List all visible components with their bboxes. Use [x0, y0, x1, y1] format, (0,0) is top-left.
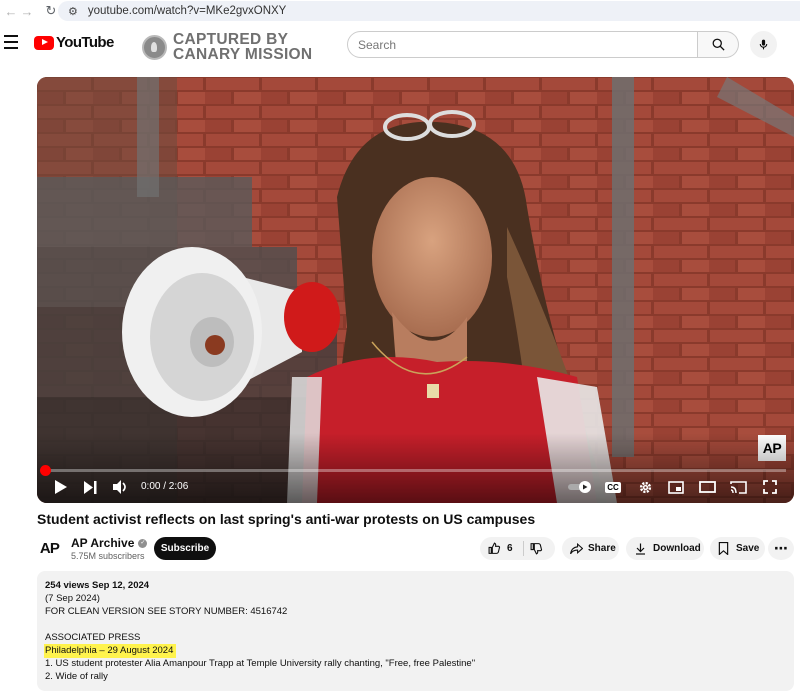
player-controls: 0:00 / 2:06 CC [37, 475, 794, 501]
forward-icon[interactable]: → [16, 4, 38, 19]
channel-name[interactable]: AP Archive [71, 536, 134, 550]
theater-mode-button[interactable] [696, 477, 718, 497]
cast-button[interactable] [727, 477, 749, 497]
browser-toolbar: ← → ↻ ⚙ youtube.com/watch?v=MKe2gvxONXY [0, 0, 800, 22]
bookmark-icon [718, 542, 729, 555]
play-button[interactable] [51, 477, 69, 497]
subscribe-button[interactable]: Subscribe [154, 537, 216, 560]
youtube-play-logo-icon [34, 35, 54, 50]
youtube-logo-text: YouTube [56, 34, 114, 51]
captions-icon: CC [605, 481, 621, 493]
menu-icon[interactable] [4, 35, 18, 53]
miniplayer-icon [668, 480, 684, 494]
description-line: 1. US student protester Alia Amanpour Tr… [45, 658, 476, 669]
description-line: ASSOCIATED PRESS [45, 632, 141, 643]
youtube-header: YouTube CAPTURED BY CANARY MISSION [0, 22, 800, 68]
gear-icon [639, 481, 651, 493]
description-line: FOR CLEAN VERSION SEE STORY NUMBER: 4516… [45, 606, 288, 617]
download-button[interactable]: Download [626, 537, 704, 560]
youtube-logo[interactable]: YouTube [34, 34, 114, 51]
url-text: youtube.com/watch?v=MKe2gvxONXY [87, 5, 287, 17]
microphone-icon [759, 39, 768, 50]
description-panel[interactable]: 254 views Sep 12, 2024 (7 Sep 2024) FOR … [37, 571, 794, 691]
video-title: Student activist reflects on last spring… [37, 511, 536, 527]
search-button[interactable] [698, 31, 739, 58]
dislike-button[interactable] [530, 542, 543, 555]
search-input[interactable] [347, 31, 698, 58]
share-button[interactable]: Share [562, 537, 619, 560]
cast-icon [729, 480, 747, 494]
more-actions-button[interactable]: ⋯ [768, 537, 794, 560]
search-bar [347, 31, 739, 58]
thumbs-up-icon [488, 542, 501, 554]
autoplay-toggle-icon [568, 481, 591, 493]
video-player[interactable]: AP 0:00 / 2:06 CC [37, 77, 794, 503]
download-icon [636, 543, 645, 555]
time-display: 0:00 / 2:06 [141, 481, 189, 492]
volume-icon [113, 480, 126, 494]
theater-mode-icon [698, 481, 716, 493]
download-label: Download [653, 543, 701, 554]
verified-icon: ✓ [138, 538, 148, 548]
fullscreen-icon [763, 480, 777, 494]
share-label: Share [588, 543, 616, 554]
watermark-line1: CAPTURED BY [173, 31, 289, 48]
like-count: 6 [507, 543, 513, 554]
channel-avatar[interactable]: AP [37, 536, 62, 561]
address-bar[interactable]: ⚙ youtube.com/watch?v=MKe2gvxONXY [58, 1, 800, 21]
thumbs-down-icon [530, 543, 542, 555]
watermark-line2: CANARY MISSION [173, 46, 313, 63]
fullscreen-button[interactable] [759, 477, 781, 497]
more-horizontal-icon: ⋯ [774, 540, 788, 556]
site-info-icon[interactable]: ⚙ [68, 5, 78, 18]
view-count-and-date: 254 views Sep 12, 2024 [45, 580, 150, 591]
autoplay-toggle[interactable] [567, 477, 593, 497]
progress-bar[interactable] [40, 465, 786, 476]
captions-button[interactable]: CC [603, 477, 623, 497]
share-icon [570, 542, 583, 554]
watermark: CAPTURED BY CANARY MISSION [142, 32, 312, 62]
save-button[interactable]: Save [710, 537, 765, 560]
highlighted-location-date: Philadelphia – 29 August 2024 [44, 644, 177, 658]
miniplayer-button[interactable] [665, 477, 687, 497]
volume-button[interactable] [111, 477, 131, 497]
save-label: Save [736, 543, 760, 554]
like-dislike-group: 6 [480, 537, 555, 560]
settings-button[interactable] [635, 477, 655, 497]
description-line: 2. Wide of rally [45, 671, 108, 682]
like-button[interactable] [488, 542, 501, 555]
canary-seal-icon [142, 34, 167, 60]
description-line: (7 Sep 2024) [45, 593, 100, 604]
next-button[interactable] [81, 477, 99, 497]
voice-search-button[interactable] [750, 31, 777, 58]
subscriber-count: 5.75M subscribers [71, 551, 145, 561]
channel-name-row[interactable]: AP Archive ✓ [71, 536, 148, 550]
search-icon [712, 38, 725, 51]
skip-next-icon [84, 480, 97, 494]
play-icon [54, 480, 67, 494]
